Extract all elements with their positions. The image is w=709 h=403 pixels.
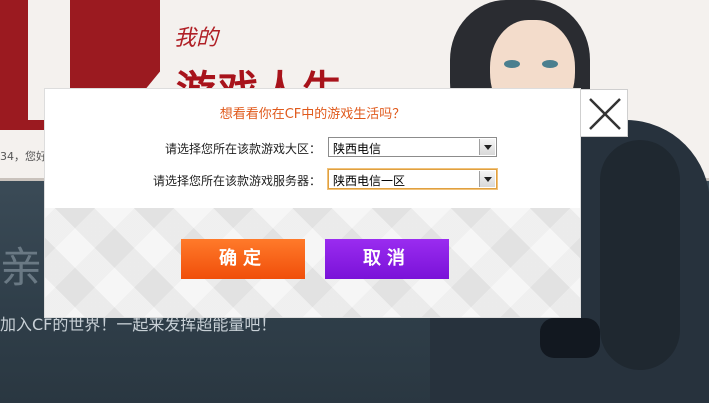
confirm-button[interactable]: 确定 [181,239,305,279]
server-label: 请选择您所在该款游戏服务器： [152,174,321,188]
close-button[interactable] [580,89,628,137]
server-select[interactable]: 陕西电信一区 [328,169,497,189]
chevron-down-icon[interactable] [479,139,495,155]
character-eye-left [504,60,520,68]
server-select-value: 陕西电信一区 [333,174,406,188]
dialog-title: 想看看你在CF中的游戏生活吗？ [219,107,406,122]
region-select-value: 陕西电信 [333,142,382,156]
close-icon [589,98,621,130]
chevron-down-icon[interactable] [479,171,495,187]
character-knee-pad [540,318,600,358]
welcome-heading: 亲 [0,243,43,292]
character-arm [600,140,680,370]
greeting-text: 34，您好 [0,150,47,163]
region-select[interactable]: 陕西电信 [328,137,497,157]
region-label: 请选择您所在该款游戏大区： [164,142,321,156]
cancel-button[interactable]: 取消 [325,239,449,279]
character-eye-right [542,60,558,68]
header-script-text: 我的 [174,26,219,51]
server-select-dialog: 想看看你在CF中的游戏生活吗？ 请选择您所在该款游戏大区： 陕西电信 请选择您所… [45,89,580,317]
